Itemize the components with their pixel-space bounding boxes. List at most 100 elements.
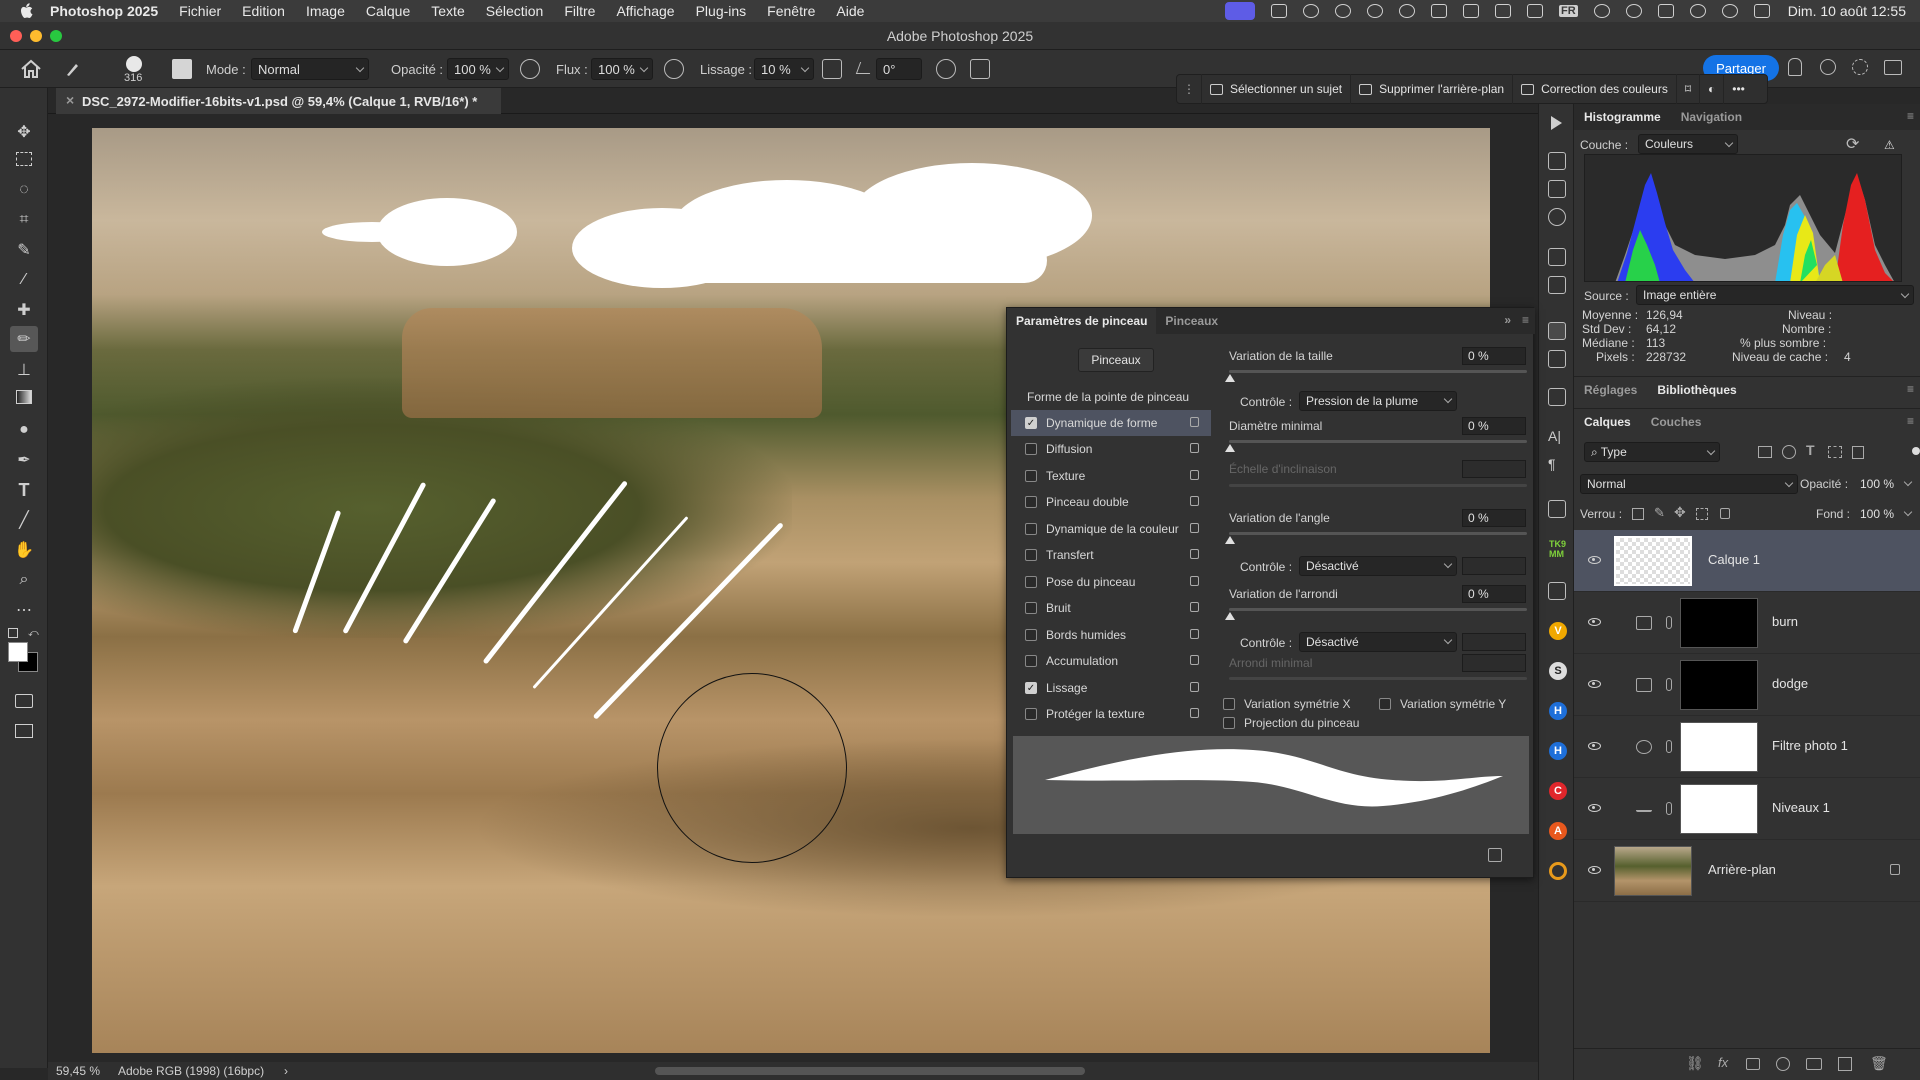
- menu-aide[interactable]: Aide: [836, 3, 864, 19]
- grid-icon[interactable]: [1463, 4, 1480, 18]
- clone-source-icon[interactable]: [1548, 388, 1566, 406]
- lock-icon[interactable]: [1190, 629, 1199, 639]
- brush-tool-preset-icon[interactable]: [64, 60, 82, 78]
- pressure-size-icon[interactable]: [936, 59, 956, 79]
- nodes-icon[interactable]: [1548, 582, 1566, 600]
- roundness-jitter-slider[interactable]: [1225, 608, 1527, 620]
- healing-brush-tool-icon[interactable]: ✚: [14, 300, 34, 320]
- flower-plugin-icon[interactable]: [1549, 862, 1567, 880]
- layer-row-niveaux-1[interactable]: Niveaux 1: [1574, 778, 1920, 840]
- gradient-tool-icon[interactable]: [16, 390, 32, 404]
- panel-menu-icon[interactable]: ≡: [1907, 109, 1914, 123]
- move-tool-icon[interactable]: ✥: [14, 122, 34, 142]
- layer-row-dodge[interactable]: dodge: [1574, 654, 1920, 716]
- option-build-up[interactable]: Accumulation: [1011, 648, 1211, 674]
- menu-image[interactable]: Image: [306, 3, 345, 19]
- dodge-tool-icon[interactable]: ●: [14, 420, 34, 440]
- c-plugin-icon[interactable]: C: [1549, 782, 1567, 800]
- airbrush-icon[interactable]: [664, 59, 684, 79]
- checkbox[interactable]: ✓: [1025, 682, 1037, 694]
- quick-selection-tool-icon[interactable]: ✎: [14, 240, 34, 260]
- smoothing-input[interactable]: 10 %: [754, 58, 814, 80]
- panel-menu-icon[interactable]: ≡: [1522, 313, 1529, 327]
- source-select[interactable]: Image entière: [1636, 285, 1914, 305]
- 3d-icon[interactable]: [1548, 248, 1566, 266]
- filter-shape-icon[interactable]: [1828, 446, 1842, 458]
- pressure-opacity-icon[interactable]: [520, 59, 540, 79]
- menubar-clock[interactable]: Dim. 10 août 12:55: [1788, 3, 1906, 19]
- brush-tip-preview[interactable]: [126, 56, 142, 72]
- link-layers-icon[interactable]: ⛓: [1686, 1055, 1704, 1072]
- paragraph-icon[interactable]: ¶: [1548, 456, 1566, 474]
- flip-y-option[interactable]: Variation symétrie Y: [1379, 697, 1506, 711]
- symmetry-butterfly-icon[interactable]: [970, 59, 990, 79]
- clone-stamp-tool-icon[interactable]: ⊥: [14, 360, 34, 380]
- path-selection-tool-icon[interactable]: ╱: [14, 510, 34, 530]
- option-transfer[interactable]: Transfert: [1011, 542, 1211, 568]
- screen-share-icon[interactable]: [1225, 2, 1256, 20]
- layer-name[interactable]: dodge: [1772, 676, 1808, 691]
- adjustments-icon[interactable]: [1548, 180, 1566, 198]
- checkbox[interactable]: [1025, 443, 1037, 455]
- menu-fenetre[interactable]: Fenêtre: [767, 3, 815, 19]
- marquee-tool-icon[interactable]: [16, 152, 32, 166]
- tab-channels[interactable]: Couches: [1641, 409, 1712, 435]
- option-noise[interactable]: Bruit: [1011, 595, 1211, 621]
- crop-tool-icon[interactable]: ⌗: [14, 210, 34, 230]
- v-plugin-icon[interactable]: V: [1549, 622, 1567, 640]
- visibility-eye-icon[interactable]: [1588, 680, 1601, 688]
- menu-filtre[interactable]: Filtre: [564, 3, 595, 19]
- workspace-icon[interactable]: [1884, 60, 1902, 75]
- lock-icon[interactable]: [1190, 549, 1199, 559]
- opacity-input[interactable]: 100 %: [447, 58, 509, 80]
- menu-plugins[interactable]: Plug-ins: [696, 3, 747, 19]
- character-icon[interactable]: A|: [1548, 428, 1566, 446]
- eyedropper-tool-icon[interactable]: ⁄: [14, 270, 34, 290]
- blend-mode-select[interactable]: Normal: [1580, 474, 1798, 494]
- lock-transparent-icon[interactable]: [1632, 508, 1644, 520]
- flip-x-option[interactable]: Variation symétrie X: [1223, 697, 1350, 711]
- lock-icon[interactable]: [1190, 523, 1199, 533]
- tab-brushes[interactable]: Pinceaux: [1156, 314, 1227, 328]
- flame-icon[interactable]: [1367, 4, 1384, 18]
- layer-filter-select[interactable]: ⌕ Type: [1584, 442, 1720, 462]
- smoothing-settings-gear-icon[interactable]: [822, 59, 842, 79]
- menu-app-name[interactable]: Photoshop 2025: [50, 3, 158, 19]
- layer-mask-thumbnail[interactable]: [1680, 598, 1758, 648]
- cursor-icon[interactable]: [1303, 4, 1320, 18]
- zoom-level[interactable]: 59,45 %: [56, 1064, 100, 1078]
- layer-name[interactable]: burn: [1772, 614, 1798, 629]
- minimize-window-button[interactable]: [30, 30, 42, 42]
- tk9-plugin-icon[interactable]: TK9 MM: [1549, 539, 1567, 559]
- checkbox[interactable]: [1025, 708, 1037, 720]
- taskbar-drag-handle[interactable]: ⋮: [1177, 74, 1201, 104]
- panel-menu-icon[interactable]: ≡: [1907, 382, 1914, 396]
- option-texture[interactable]: Texture: [1011, 463, 1211, 489]
- tab-navigation[interactable]: Navigation: [1671, 104, 1752, 130]
- play-actions-icon[interactable]: [1551, 116, 1562, 130]
- add-mask-icon[interactable]: [1746, 1058, 1760, 1070]
- roundness-jitter-input[interactable]: 0 %: [1462, 585, 1526, 603]
- menu-affichage[interactable]: Affichage: [616, 3, 674, 19]
- horizontal-scrollbar[interactable]: [655, 1067, 1085, 1075]
- tab-adjustments[interactable]: Réglages: [1574, 377, 1647, 403]
- zoom-window-button[interactable]: [50, 30, 62, 42]
- menu-edition[interactable]: Edition: [242, 3, 285, 19]
- info-icon[interactable]: [1548, 208, 1566, 226]
- mask-link-icon[interactable]: [1666, 678, 1672, 691]
- flow-input[interactable]: 100 %: [591, 58, 653, 80]
- option-color-dynamics[interactable]: Dynamique de la couleur: [1011, 516, 1211, 542]
- transform-icon[interactable]: ⌑: [1675, 74, 1699, 104]
- brush-tool-icon[interactable]: ✏: [10, 326, 38, 352]
- mask-link-icon[interactable]: [1666, 616, 1672, 629]
- checkbox[interactable]: [1025, 549, 1037, 561]
- mask-icon[interactable]: ◐: [1699, 74, 1723, 104]
- visibility-eye-icon[interactable]: [1588, 742, 1601, 750]
- fill-input[interactable]: 100 %: [1854, 504, 1916, 524]
- clipboard-icon[interactable]: [1495, 4, 1512, 18]
- lock-position-icon[interactable]: ✥: [1674, 504, 1686, 521]
- layer-lock-icon[interactable]: [1890, 864, 1900, 875]
- lasso-tool-icon[interactable]: ◌: [14, 180, 34, 200]
- checkbox[interactable]: [1025, 655, 1037, 667]
- checkbox[interactable]: [1025, 602, 1037, 614]
